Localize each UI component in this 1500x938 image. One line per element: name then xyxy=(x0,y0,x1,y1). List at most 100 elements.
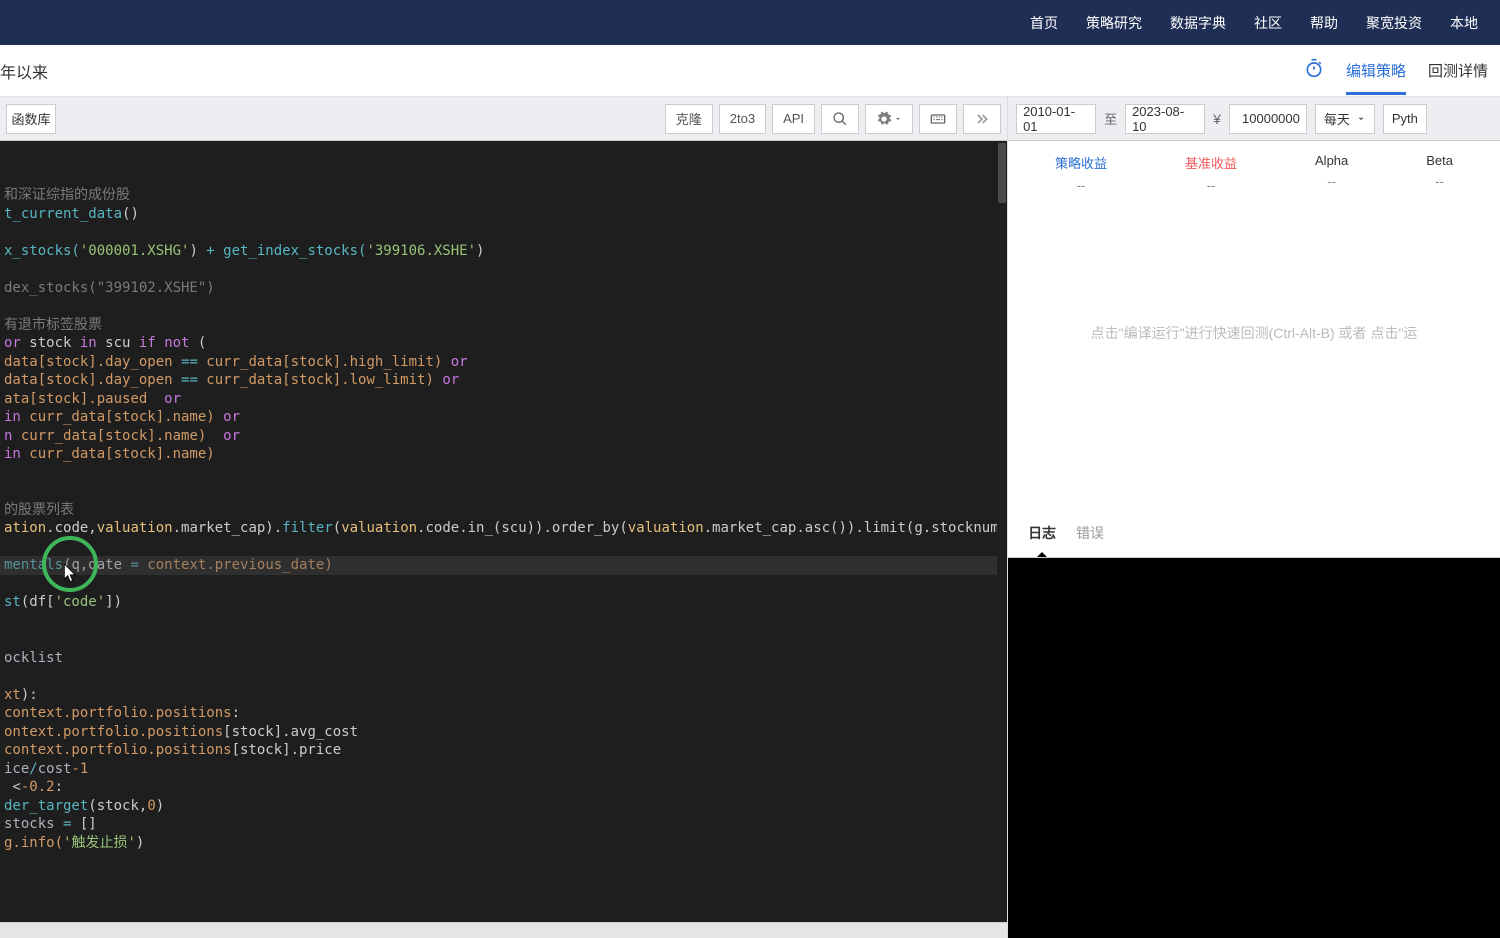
nav-help[interactable]: 帮助 xyxy=(1296,13,1352,33)
code-text: .market_cap). xyxy=(173,520,283,536)
code-text: : xyxy=(232,705,240,721)
settings-button[interactable] xyxy=(865,104,913,134)
code-text: [stock].price xyxy=(232,742,342,758)
chevron-down-icon xyxy=(1356,114,1366,124)
code-text: 'code' xyxy=(55,594,106,610)
end-date-input[interactable]: 2023-08-10 xyxy=(1125,104,1205,134)
vertical-scrollbar[interactable] xyxy=(997,141,1007,922)
chevron-double-right-icon xyxy=(974,111,990,127)
code-text: : xyxy=(55,779,63,795)
timer-icon[interactable] xyxy=(1304,58,1324,83)
code-text: .market_cap.asc()).limit(g.stocknum) xyxy=(704,520,1007,536)
code-text: '触发止损' xyxy=(63,835,136,851)
code-text: stock xyxy=(21,335,80,351)
code-text: or xyxy=(451,354,468,370)
tab-log[interactable]: 日志 xyxy=(1028,523,1056,547)
code-text: or xyxy=(4,335,21,351)
code-text: stocks xyxy=(4,816,63,832)
log-output xyxy=(1008,558,1500,938)
metric-beta: Beta -- xyxy=(1426,153,1453,193)
code-text: valuation xyxy=(97,520,173,536)
frequency-select[interactable]: 每天 xyxy=(1315,104,1375,134)
search-icon xyxy=(832,111,848,127)
tab-backtest-detail[interactable]: 回测详情 xyxy=(1428,56,1488,85)
code-text: der_target xyxy=(4,798,88,814)
code-text: or xyxy=(223,409,240,425)
metric-label: 策略收益 xyxy=(1055,153,1107,172)
horizontal-scrollbar[interactable] xyxy=(0,922,1007,938)
log-tabs: 日志 错误 xyxy=(1008,523,1500,558)
expand-button[interactable] xyxy=(963,104,1001,134)
code-text: () xyxy=(122,206,139,222)
code-text: in xyxy=(80,335,97,351)
code-text: in xyxy=(4,446,21,462)
code-text: -1 xyxy=(71,761,88,777)
language-label: Pyth xyxy=(1392,111,1418,126)
code-text: 有退市标签股票 xyxy=(4,317,102,333)
metric-benchmark-return: 基准收益 -- xyxy=(1185,153,1237,193)
code-text: + xyxy=(206,243,214,259)
date-separator: 至 xyxy=(1104,109,1117,128)
code-text: g.info( xyxy=(4,835,63,851)
editor-toolbar: 函数库 克隆 2to3 API xyxy=(0,97,1007,141)
scrollbar-thumb[interactable] xyxy=(998,143,1006,203)
code-text: == xyxy=(181,354,198,370)
code-text: '000001.XSHG' xyxy=(80,243,190,259)
code-text: x_stocks( xyxy=(4,243,80,259)
frequency-label: 每天 xyxy=(1324,109,1350,128)
currency-label: ¥ xyxy=(1213,111,1221,127)
metrics-row: 策略收益 -- 基准收益 -- Alpha -- Beta -- xyxy=(1008,141,1500,193)
code-text: 的股票列表 xyxy=(4,502,74,518)
code-text: valuation xyxy=(341,520,417,536)
language-select[interactable]: Pyth xyxy=(1383,104,1427,134)
fn-library-button[interactable]: 函数库 xyxy=(6,104,56,134)
code-text: or xyxy=(442,372,459,388)
code-text: t_current_data xyxy=(4,206,122,222)
code-text: in xyxy=(4,409,21,425)
code-text: or xyxy=(164,391,181,407)
code-text: context.portfolio.positions xyxy=(4,742,232,758)
chevron-down-icon xyxy=(894,111,902,127)
nav-invest[interactable]: 聚宽投资 xyxy=(1352,13,1436,33)
code-text: ( xyxy=(189,335,206,351)
code-text: context.portfolio.positions xyxy=(4,705,232,721)
metric-label: Alpha xyxy=(1315,153,1348,168)
code-text: get_index_stocks( xyxy=(215,243,367,259)
code-text: ) xyxy=(136,835,144,851)
code-text: == xyxy=(181,372,198,388)
tab-edit-strategy[interactable]: 编辑策略 xyxy=(1346,59,1406,84)
top-nav: 首页 策略研究 数据字典 社区 帮助 聚宽投资 本地 xyxy=(0,0,1500,45)
clone-button[interactable]: 克隆 xyxy=(665,104,713,134)
code-text: st xyxy=(4,594,21,610)
code-text: [stock].avg_cost xyxy=(223,724,358,740)
code-text: or xyxy=(223,428,240,444)
keyboard-button[interactable] xyxy=(919,104,957,134)
code-text: ice xyxy=(4,761,29,777)
nav-home[interactable]: 首页 xyxy=(1016,13,1072,33)
code-text: dex_stocks("399102.XSHE") xyxy=(4,280,215,296)
metric-alpha: Alpha -- xyxy=(1315,153,1348,193)
search-button[interactable] xyxy=(821,104,859,134)
nav-data-dict[interactable]: 数据字典 xyxy=(1156,13,1240,33)
code-text: curr_data[stock].name) xyxy=(12,428,223,444)
keyboard-icon xyxy=(930,111,946,127)
code-text: ata[stock].paused xyxy=(4,391,164,407)
amount-input[interactable]: 10000000 xyxy=(1229,104,1307,134)
subheader: 年以来 编辑策略 回测详情 xyxy=(0,45,1500,97)
code-text: [] xyxy=(71,816,96,832)
nav-strategy[interactable]: 策略研究 xyxy=(1072,13,1156,33)
metric-value: -- xyxy=(1426,174,1453,189)
api-button[interactable]: API xyxy=(772,104,815,134)
code-text: ) xyxy=(189,243,206,259)
code-text: .code.in_(scu)).order_by( xyxy=(417,520,628,536)
code-text: data[stock].day_open xyxy=(4,354,181,370)
metric-value: -- xyxy=(1055,178,1107,193)
twoto3-button[interactable]: 2to3 xyxy=(719,104,766,134)
nav-local[interactable]: 本地 xyxy=(1436,13,1492,33)
tab-error[interactable]: 错误 xyxy=(1076,523,1104,547)
start-date-input[interactable]: 2010-01-01 xyxy=(1016,104,1096,134)
nav-community[interactable]: 社区 xyxy=(1240,13,1296,33)
code-text: < xyxy=(4,779,21,795)
code-text: filter xyxy=(282,520,333,536)
code-editor[interactable]: 和深证综指的成份股 t_current_data() x_stocks('000… xyxy=(0,141,1007,922)
